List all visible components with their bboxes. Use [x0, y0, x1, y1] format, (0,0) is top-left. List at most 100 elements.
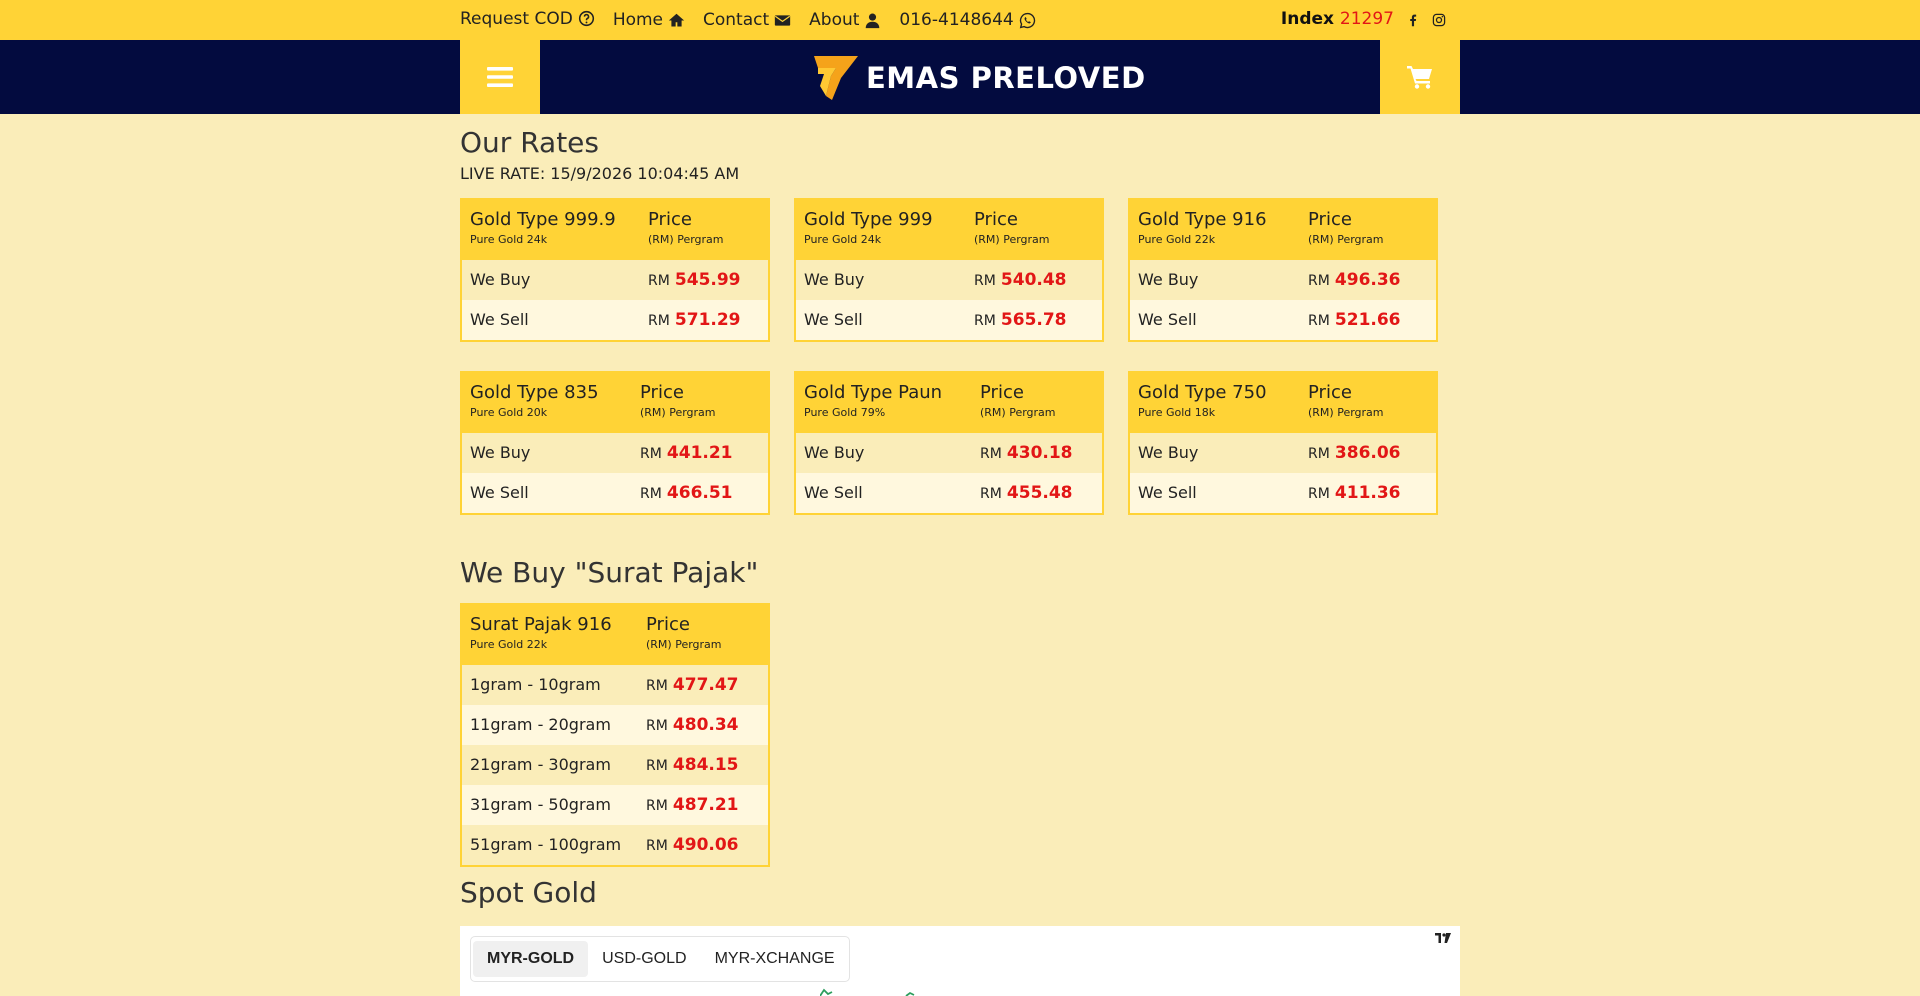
- surat-price: 480.34: [672, 715, 739, 735]
- logo-text: EMAS PRELOVED: [866, 61, 1146, 95]
- rate-table-header: Gold Type 916 Pure Gold 22k Price (RM) Per…: [1130, 200, 1436, 260]
- tab-usd-gold[interactable]: USD-GOLD: [588, 941, 700, 977]
- rate-table-header: Gold Type 999 Pure Gold 24k Price (RM) Per…: [796, 200, 1102, 260]
- tab-myr-xchange[interactable]: MYR-XCHANGE: [701, 941, 849, 977]
- currency: RM: [974, 273, 996, 289]
- instagram-icon[interactable]: [1432, 13, 1446, 27]
- price-unit: (RM) Pergram: [974, 233, 1050, 246]
- buy-price: 441.21: [666, 443, 733, 463]
- gold-type-sub: Pure Gold 24k: [470, 233, 548, 246]
- request-cod-link[interactable]: Request COD: [460, 9, 595, 29]
- buy-price: 496.36: [1334, 270, 1401, 290]
- buy-row: We Buy RM 545.99: [462, 260, 768, 300]
- site-logo[interactable]: EMAS PRELOVED: [808, 52, 1146, 104]
- gold-type-label: Gold Type 999.9: [470, 209, 616, 230]
- buy-row: We Buy RM 496.36: [1130, 260, 1436, 300]
- buy-label: We Buy: [1138, 443, 1199, 462]
- rate-table-835: Gold Type 835 Pure Gold 20k Price (RM) Per…: [460, 371, 770, 515]
- phone-link[interactable]: 016-4148644: [899, 10, 1035, 30]
- table-row: 51gram - 100gram RM 490.06: [462, 825, 768, 865]
- surat-type-sub: Pure Gold 22k: [470, 638, 548, 651]
- live-rate-text: LIVE RATE: 15/9/2026 10:04:45 AM: [460, 164, 740, 183]
- gold-type-label: Gold Type 999: [804, 209, 933, 230]
- main-header: EMAS PRELOVED: [0, 40, 1920, 114]
- buy-label: We Buy: [804, 443, 865, 462]
- shopping-cart-icon: [1406, 64, 1434, 90]
- top-bar: Request COD Home Contact About 016-41486…: [0, 0, 1920, 40]
- envelope-icon: [774, 12, 791, 29]
- sell-row: We Sell RM 466.51: [462, 473, 768, 513]
- gold-type-sub: Pure Gold 18k: [1138, 406, 1216, 419]
- price-unit: (RM) Pergram: [980, 406, 1056, 419]
- table-row: 11gram - 20gram RM 480.34: [462, 705, 768, 745]
- home-link[interactable]: Home: [613, 10, 685, 30]
- weight-range: 21gram - 30gram: [470, 755, 611, 774]
- currency: RM: [640, 486, 662, 502]
- sell-label: We Sell: [804, 483, 863, 502]
- price-label: Price: [646, 614, 690, 635]
- cart-button[interactable]: [1380, 40, 1460, 114]
- logo-mark-icon: [808, 52, 862, 104]
- price-label: Price: [1308, 209, 1352, 230]
- currency: RM: [1308, 446, 1330, 462]
- surat-price: 490.06: [672, 835, 739, 855]
- currency: RM: [980, 446, 1002, 462]
- rate-table-header: Gold Type 999.9 Pure Gold 24k Price (RM) P…: [462, 200, 768, 260]
- buy-price: 545.99: [674, 270, 741, 290]
- gold-type-label: Gold Type Paun: [804, 382, 943, 403]
- tradingview-logo-icon[interactable]: [1434, 930, 1452, 944]
- rate-table-header: Gold Type 835 Pure Gold 20k Price (RM) Per…: [462, 373, 768, 433]
- spot-gold-widget: MYR-GOLD USD-GOLD MYR-XCHANGE: [460, 926, 1460, 996]
- currency: RM: [640, 446, 662, 462]
- question-circle-icon: [578, 10, 595, 27]
- price-unit: (RM) Pergram: [648, 233, 724, 246]
- facebook-icon[interactable]: [1406, 13, 1420, 27]
- table-row: 1gram - 10gram RM 477.47: [462, 665, 768, 705]
- about-label: About: [809, 10, 860, 30]
- sell-row: We Sell RM 571.29: [462, 300, 768, 340]
- about-link[interactable]: About: [809, 10, 881, 30]
- table-row: 21gram - 30gram RM 484.15: [462, 745, 768, 785]
- currency: RM: [1308, 313, 1330, 329]
- currency: RM: [648, 273, 670, 289]
- weight-range: 31gram - 50gram: [470, 795, 611, 814]
- price-unit: (RM) Pergram: [1308, 406, 1384, 419]
- rate-table-750: Gold Type 750 Pure Gold 18k Price (RM) Per…: [1128, 371, 1438, 515]
- home-label: Home: [612, 10, 664, 30]
- sell-price: 565.78: [1000, 310, 1067, 330]
- spot-gold-title: Spot Gold: [460, 876, 597, 909]
- menu-button[interactable]: [460, 40, 540, 114]
- gold-type-sub: Pure Gold 22k: [1138, 233, 1216, 246]
- gold-type-label: Gold Type 916: [1138, 209, 1267, 230]
- price-label: Price: [974, 209, 1018, 230]
- surat-pajak-title: We Buy "Surat Pajak": [460, 556, 759, 589]
- rate-table-999: Gold Type 999 Pure Gold 24k Price (RM) Per…: [794, 198, 1104, 342]
- price-unit: (RM) Pergram: [640, 406, 716, 419]
- price-unit: (RM) Pergram: [1308, 233, 1384, 246]
- sell-label: We Sell: [1138, 310, 1197, 329]
- surat-pajak-table: Surat Pajak 916 Pure Gold 22k Price (RM) P…: [460, 603, 770, 867]
- buy-row: We Buy RM 540.48: [796, 260, 1102, 300]
- buy-price: 540.48: [1000, 270, 1067, 290]
- currency: RM: [648, 313, 670, 329]
- contact-link[interactable]: Contact: [703, 10, 791, 30]
- sell-label: We Sell: [470, 483, 529, 502]
- gold-type-sub: Pure Gold 20k: [470, 406, 548, 419]
- surat-price: 477.47: [672, 675, 739, 695]
- rate-table-header: Gold Type 750 Pure Gold 18k Price (RM) Per…: [1130, 373, 1436, 433]
- sell-row: We Sell RM 565.78: [796, 300, 1102, 340]
- sell-row: We Sell RM 411.36: [1130, 473, 1436, 513]
- contact-label: Contact: [703, 10, 770, 30]
- rate-table-header: Surat Pajak 916 Pure Gold 22k Price (RM) P…: [462, 605, 768, 665]
- surat-price: 484.15: [672, 755, 739, 775]
- price-label: Price: [648, 209, 692, 230]
- currency: RM: [1308, 486, 1330, 502]
- gold-index: Index 21297: [1281, 9, 1394, 29]
- sell-label: We Sell: [1138, 483, 1197, 502]
- buy-label: We Buy: [470, 443, 531, 462]
- buy-price: 386.06: [1334, 443, 1401, 463]
- tab-myr-gold[interactable]: MYR-GOLD: [473, 941, 589, 977]
- phone-number: 016-4148644: [899, 10, 1014, 30]
- sell-row: We Sell RM 521.66: [1130, 300, 1436, 340]
- rate-table-999-9: Gold Type 999.9 Pure Gold 24k Price (RM) P…: [460, 198, 770, 342]
